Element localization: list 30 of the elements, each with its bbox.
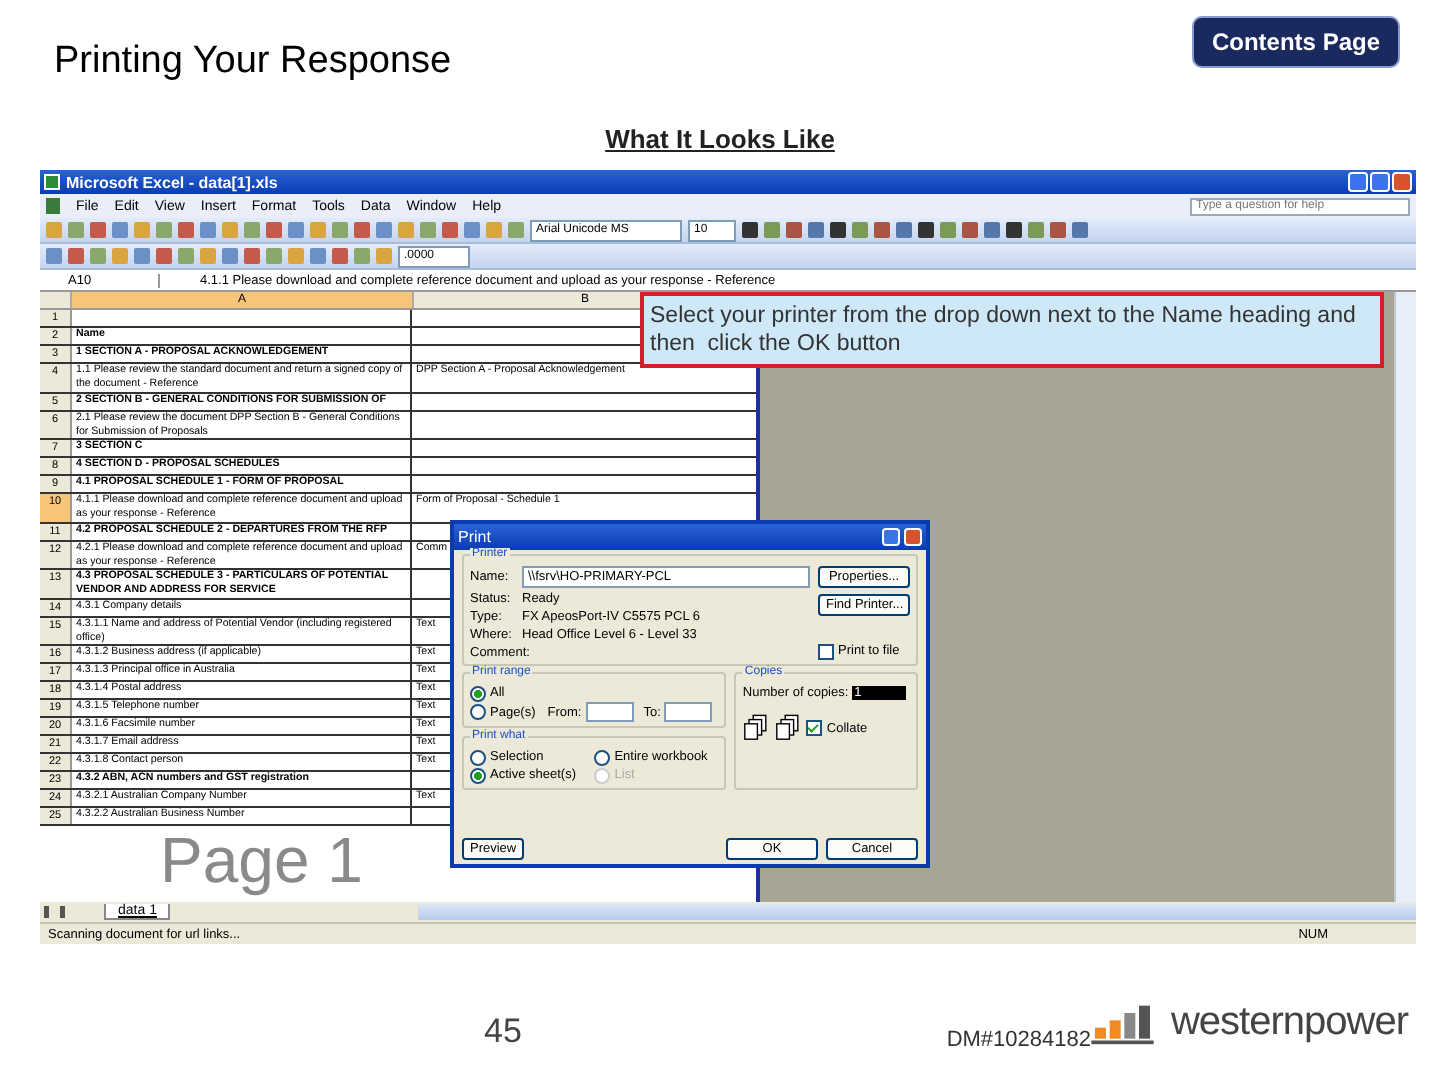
close-button[interactable]: [1392, 172, 1412, 192]
pages-icon: [742, 714, 771, 742]
radio-button[interactable]: [470, 685, 486, 701]
close-button[interactable]: [904, 528, 922, 546]
slide-subtitle: What It Looks Like: [605, 124, 835, 154]
page-number: 45: [484, 1012, 524, 1052]
page-watermark: Page 1: [160, 826, 363, 894]
radio-button[interactable]: [470, 749, 486, 765]
dialog-title: Print: [458, 528, 493, 546]
radio-button[interactable]: [470, 704, 486, 720]
from-page-field[interactable]: [585, 702, 634, 722]
radio-button[interactable]: [594, 749, 611, 765]
vertical-scrollbar[interactable]: [1394, 292, 1416, 902]
radio-button[interactable]: [470, 767, 486, 783]
contents-page-button[interactable]: Contents Page: [1191, 16, 1400, 68]
help-button[interactable]: [882, 528, 900, 546]
instruction-tooltip: Select your printer from the drop down next to the Name heading and then click the OK button: [640, 292, 1384, 368]
document-id: DM#10284182: [946, 1028, 1091, 1052]
window-title: Microsoft Excel - data[1].xls: [66, 173, 280, 191]
maximize-button[interactable]: [1370, 172, 1390, 192]
horizontal-scrollbar[interactable]: [418, 904, 1416, 920]
excel-icon: [44, 174, 60, 190]
minimize-button[interactable]: [1348, 172, 1368, 192]
checkbox[interactable]: [806, 720, 823, 736]
to-page-field[interactable]: [664, 702, 713, 722]
document-icon: [46, 198, 60, 214]
slide-title: Printing Your Response: [54, 40, 452, 84]
pages-icon: [774, 714, 803, 742]
logo-text: westernpower: [1170, 999, 1408, 1045]
checkbox[interactable]: [818, 643, 834, 659]
